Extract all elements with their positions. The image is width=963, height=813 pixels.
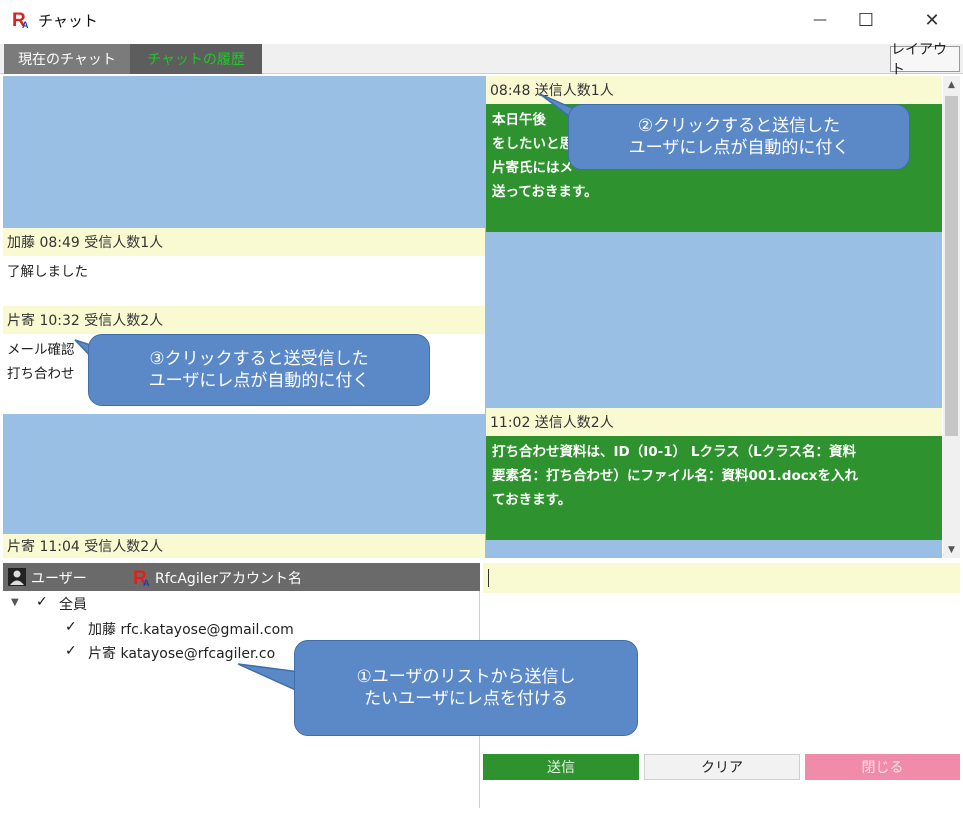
account-column-header: RfcAgilerアカウント名 (155, 571, 302, 587)
received-message[interactable]: 片寄 11:04 受信人数2人 (3, 534, 485, 558)
check-icon: ✓ (36, 594, 48, 610)
user-name: 片寄 (88, 646, 116, 662)
checkbox-all[interactable]: ✓ (36, 594, 50, 610)
message-line: 了解しました (7, 264, 88, 280)
chat-scrollbar[interactable]: ▲ ▼ (943, 76, 960, 558)
message-line: ておきます。 (492, 492, 572, 508)
user-column-header: ユーザー (31, 571, 87, 587)
callout-line: ユーザにレ点が自動的に付く (628, 138, 850, 158)
minimize-button[interactable]: — (797, 0, 843, 40)
minimize-icon: — (813, 12, 827, 28)
scroll-up-icon[interactable]: ▲ (943, 76, 960, 93)
svg-text:A: A (22, 20, 29, 29)
window-title: チャット (38, 12, 98, 30)
scrollbar-thumb[interactable] (945, 96, 958, 436)
message-header: 片寄 11:04 受信人数2人 (3, 534, 485, 558)
checkbox-user-katayose[interactable]: ✓ (65, 643, 79, 659)
callout-3: ③クリックすると送受信した ユーザにレ点が自動的に付く (88, 334, 430, 406)
clear-button[interactable]: クリア (644, 754, 800, 780)
user-item-kato[interactable]: 加藤 rfc.katayose@gmail.com (88, 619, 294, 639)
callout-line: ①ユーザのリストから送信し (356, 667, 576, 687)
tab-current-chat[interactable]: 現在のチャット (4, 44, 130, 74)
callout-line: ②クリックすると送信した (637, 116, 841, 136)
close-window-button[interactable]: ✕ (909, 0, 955, 40)
callout-line: ユーザにレ点が自動的に付く (148, 371, 370, 391)
send-button[interactable]: 送信 (483, 754, 639, 780)
text-cursor (488, 569, 489, 587)
message-line: 要素名：打ち合わせ）にファイル名：資料001.docxを入れ (492, 468, 858, 484)
rfcagiler-logo-icon: R A (133, 567, 153, 589)
scroll-down-icon[interactable]: ▼ (943, 541, 960, 558)
layout-button[interactable]: レイアウト (890, 42, 960, 78)
message-input[interactable] (483, 563, 960, 593)
tab-chat-history[interactable]: チャットの履歴 (130, 44, 262, 74)
app-logo-icon: R A (12, 9, 32, 31)
callout-1: ①ユーザのリストから送信し たいユーザにレ点を付ける (294, 640, 638, 736)
user-name: 加藤 (88, 622, 116, 638)
message-line: 打ち合わせ資料は、ID（I0-1） Lクラス（Lクラス名：資料 (492, 444, 857, 460)
user-item-katayose[interactable]: 片寄 katayose@rfcagiler.co (88, 643, 275, 663)
close-button[interactable]: 閉じる (805, 754, 960, 780)
checkbox-user-kato[interactable]: ✓ (65, 619, 79, 635)
user-account: rfc.katayose@gmail.com (120, 622, 294, 638)
message-header: 11:02 送信人数2人 (486, 408, 942, 436)
user-icon (8, 568, 26, 586)
message-line: 送っておきます。 (492, 184, 598, 200)
maximize-icon: ☐ (857, 9, 875, 31)
user-list-header: ユーザー R A RfcAgilerアカウント名 (3, 563, 480, 591)
close-icon: ✕ (924, 9, 940, 31)
check-icon: ✓ (65, 619, 77, 635)
maximize-button[interactable]: ☐ (843, 0, 889, 40)
expand-icon[interactable]: ▼ (11, 597, 19, 608)
all-users-label: 全員 (59, 597, 87, 613)
message-header: 08:48 送信人数1人 (486, 76, 942, 104)
user-account: katayose@rfcagiler.co (120, 646, 276, 662)
message-body: 了解しました (3, 256, 485, 312)
callout-2: ②クリックすると送信した ユーザにレ点が自動的に付く (568, 104, 910, 170)
check-icon: ✓ (65, 643, 77, 659)
message-header: 加藤 08:49 受信人数1人 (3, 228, 485, 256)
callout-line: ③クリックすると送受信した (149, 349, 369, 369)
sent-message[interactable]: 11:02 送信人数2人 打ち合わせ資料は、ID（I0-1） Lクラス（Lクラス… (486, 408, 942, 540)
svg-text:A: A (143, 578, 150, 587)
received-message[interactable]: 加藤 08:49 受信人数1人 了解しました (3, 228, 485, 312)
callout-line: たいユーザにレ点を付ける (364, 689, 568, 709)
message-body: 打ち合わせ資料は、ID（I0-1） Lクラス（Lクラス名：資料 要素名：打ち合わ… (486, 436, 942, 540)
message-header: 片寄 10:32 受信人数2人 (3, 306, 485, 334)
